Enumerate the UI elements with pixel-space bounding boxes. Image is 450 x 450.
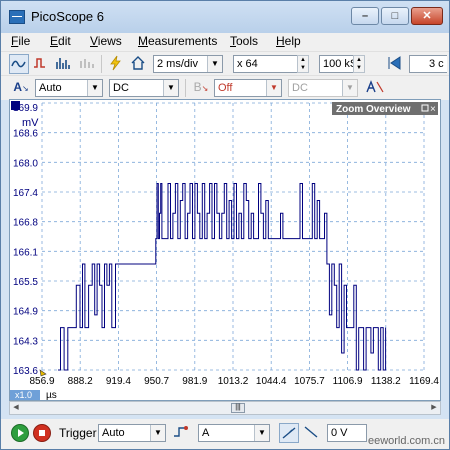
scroll-right-icon[interactable]: ▶ xyxy=(429,403,439,413)
channel-b-range-select[interactable]: Off ▼ xyxy=(214,79,282,97)
trigger-mode-select[interactable]: Auto ▼ xyxy=(98,424,166,442)
first-capture-icon[interactable] xyxy=(384,54,404,74)
y-tick-label: 164.9 xyxy=(13,307,38,318)
watermark: eeworld.com.cn xyxy=(367,435,445,447)
menu-measurements[interactable]: Measurements xyxy=(138,34,217,48)
channel-a-trace xyxy=(58,183,387,371)
maximize-button[interactable]: □ xyxy=(381,7,409,25)
chevron-down-icon: ▼ xyxy=(266,80,281,96)
scope-mode-icon[interactable] xyxy=(9,54,29,74)
x-tick-label: 950.7 xyxy=(144,376,169,387)
menu-edit[interactable]: Edit xyxy=(50,34,71,48)
y-unit-label: mV xyxy=(22,117,39,129)
zoom-overview-close-icon[interactable]: × xyxy=(430,104,436,115)
channel-a-coupling-select[interactable]: DC ▼ xyxy=(109,79,179,97)
chevron-down-icon: ▼ xyxy=(207,56,222,72)
toolbar-separator xyxy=(101,55,102,73)
channel-b-coupling-select: DC ▼ xyxy=(288,79,358,97)
start-capture-icon[interactable] xyxy=(11,424,29,442)
timebase-select[interactable]: 2 ms/div ▼ xyxy=(153,55,223,73)
menu-bar: File Edit Views Measurements Tools Help xyxy=(1,33,449,51)
trigger-toolbar: Trigger Auto ▼ A ▼ 0 V eeworld.com.cn xyxy=(1,419,449,449)
trigger-threshold-input[interactable]: 0 V xyxy=(327,424,367,442)
x-unit-label: µs xyxy=(46,390,57,400)
capture-count-input[interactable]: 3 c xyxy=(409,55,447,73)
horizontal-scrollbar[interactable]: ◀ ||| ▶ xyxy=(9,401,441,415)
toolbar-separator xyxy=(185,79,186,97)
close-button[interactable]: ✕ xyxy=(411,7,443,25)
x-tick-label: 1138.2 xyxy=(371,376,401,387)
chevron-down-icon: ▼ xyxy=(163,80,178,96)
chevron-down-icon: ▼ xyxy=(254,425,269,441)
stop-capture-icon[interactable] xyxy=(33,424,51,442)
spectrum-mode-icon[interactable] xyxy=(53,54,73,74)
auto-setup-icon[interactable] xyxy=(106,54,126,74)
rising-edge-icon[interactable] xyxy=(279,423,299,443)
y-tick-label: 167.4 xyxy=(13,188,38,199)
multiplier-spinner[interactable]: ▲ ▼ xyxy=(297,55,309,73)
x-tick-label: 1106.9 xyxy=(333,376,363,387)
scrollbar-thumb[interactable]: ||| xyxy=(231,403,245,413)
x-tick-label: 1075.7 xyxy=(294,376,325,387)
window-title: PicoScope 6 xyxy=(31,9,104,24)
x-tick-label: 981.9 xyxy=(182,376,207,387)
channel-toolbar: A↘ Auto ▼ DC ▼ B↘ Off ▼ DC ▼ xyxy=(1,75,449,100)
channel-a-marker xyxy=(11,101,20,110)
channel-a-range-select[interactable]: Auto ▼ xyxy=(35,79,103,97)
menu-help[interactable]: Help xyxy=(276,34,301,48)
zoom-overview-label: Zoom Overview xyxy=(336,104,411,115)
channel-b-button[interactable]: B↘ xyxy=(190,78,212,98)
serial-decode-icon[interactable] xyxy=(77,54,97,74)
x-tick-label: 1044.4 xyxy=(256,376,287,387)
x-tick-label: 888.2 xyxy=(68,376,93,387)
menu-file[interactable]: File xyxy=(11,34,30,48)
trigger-label: Trigger xyxy=(59,426,97,440)
app-window: PicoScope 6 – □ ✕ File Edit Views Measur… xyxy=(0,0,450,450)
x-tick-label: 919.4 xyxy=(106,376,131,387)
samples-spinner[interactable]: ▲ ▼ xyxy=(353,55,365,73)
y-tick-label: 168.6 xyxy=(13,129,38,140)
menu-views[interactable]: Views xyxy=(90,34,122,48)
scope-plot[interactable]: 169.9168.6168.0167.4166.8166.1165.5164.9… xyxy=(10,100,440,400)
trigger-source-select[interactable]: A ▼ xyxy=(198,424,270,442)
x-tick-label: 1169.4 xyxy=(409,376,439,387)
title-bar: PicoScope 6 – □ ✕ xyxy=(1,1,449,33)
menu-tools[interactable]: Tools xyxy=(230,34,258,48)
chevron-down-icon: ▼ xyxy=(87,80,102,96)
falling-edge-icon[interactable] xyxy=(301,423,321,443)
chevron-down-icon: ▼ xyxy=(150,425,165,441)
y-tick-label: 168.0 xyxy=(13,158,38,169)
channel-options-icon[interactable] xyxy=(364,78,386,98)
home-icon[interactable] xyxy=(128,54,148,74)
x-tick-label: 856.9 xyxy=(29,376,54,387)
persistence-mode-icon[interactable] xyxy=(31,54,51,74)
x-tick-label: 1013.2 xyxy=(218,376,249,387)
picoscope-app-icon xyxy=(9,10,25,24)
scroll-left-icon[interactable]: ◀ xyxy=(11,403,21,413)
chevron-down-icon: ▼ xyxy=(342,80,357,96)
capture-toolbar: 2 ms/div ▼ x 64 ▲ ▼ 100 kS ▲ ▼ 3 c xyxy=(1,51,449,76)
channel-a-button[interactable]: A↘ xyxy=(9,78,33,98)
minimize-button[interactable]: – xyxy=(351,7,379,25)
zoom-factor-label: x1.0 xyxy=(15,390,32,400)
y-tick-label: 166.1 xyxy=(13,247,38,258)
scope-view[interactable]: 169.9 168.6 168.0 167.4 166.8 166.1 165.5 164.9… xyxy=(9,99,441,401)
y-tick-label: 165.5 xyxy=(13,277,38,288)
y-tick-label: 164.3 xyxy=(13,336,38,347)
advanced-trigger-icon[interactable] xyxy=(171,423,191,443)
y-tick-label: 166.8 xyxy=(13,218,38,229)
